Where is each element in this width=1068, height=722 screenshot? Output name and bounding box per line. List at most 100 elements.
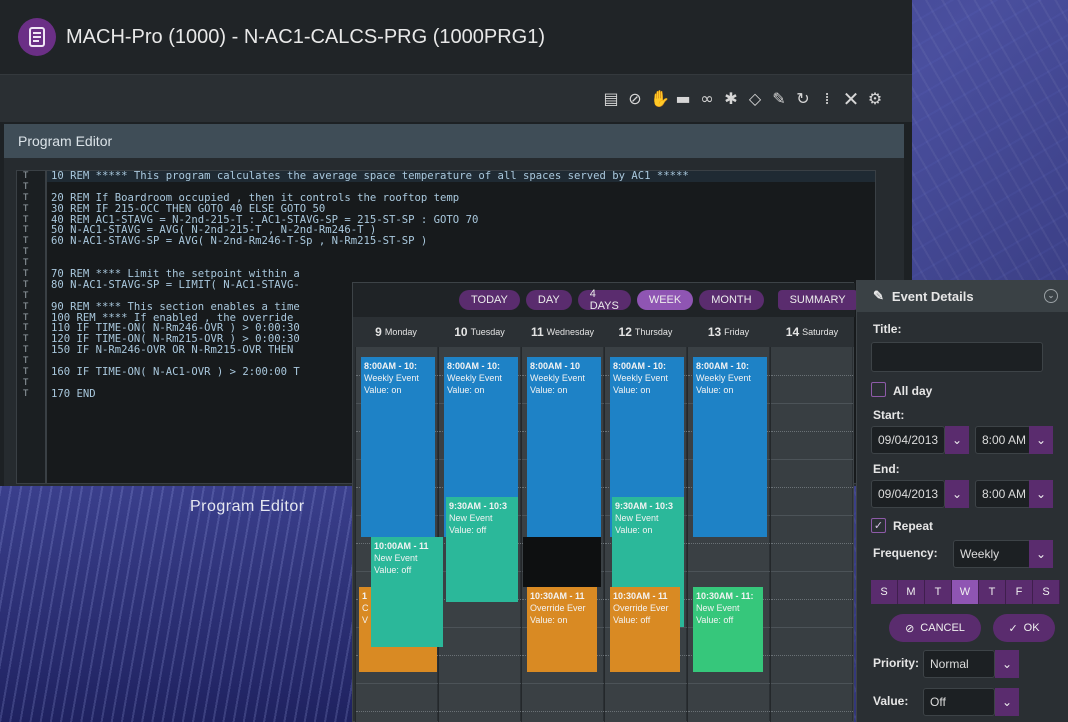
cancel-button[interactable]: ⊘ CANCEL bbox=[889, 614, 981, 642]
event-value: Value: on bbox=[613, 385, 651, 395]
calendar-event[interactable]: 8:00AM - 10 Weekly Event Value: on bbox=[527, 357, 601, 537]
disable-icon[interactable]: ⊘ bbox=[626, 89, 644, 108]
day-name: Saturday bbox=[802, 327, 839, 337]
view-4days-button[interactable]: 4 DAYS bbox=[577, 288, 631, 312]
collapse-icon[interactable]: ⌄ bbox=[1044, 289, 1058, 303]
title-input[interactable] bbox=[871, 342, 1043, 372]
gear-icon[interactable]: ⚙ bbox=[866, 89, 884, 108]
event-title: New Event bbox=[696, 603, 740, 613]
calendar-event[interactable]: 8:00AM - 10: Weekly Event Value: on bbox=[361, 357, 435, 537]
numbers-icon[interactable]: ⁞ bbox=[818, 89, 836, 108]
event-time: 10:30AM - 11: bbox=[696, 591, 754, 601]
calendar-event[interactable]: 10:30AM - 11 Override Ever Value: off bbox=[610, 587, 680, 672]
calendar-view-nav: TODAY DAY 4 DAYS WEEK MONTH SUMMARY bbox=[353, 283, 858, 317]
gutter-marker: T bbox=[23, 181, 29, 192]
event-time: 8:00AM - 10: bbox=[364, 361, 418, 371]
binoculars-icon[interactable]: ∞ bbox=[698, 89, 716, 108]
code-line[interactable]: 10 REM ***** This program calculates the… bbox=[47, 171, 875, 182]
editor-header: Program Editor bbox=[4, 124, 904, 158]
time-gridline bbox=[439, 711, 521, 712]
summary-button[interactable]: SUMMARY bbox=[777, 290, 858, 310]
view-day-button[interactable]: DAY bbox=[525, 290, 572, 310]
time-gridline bbox=[771, 375, 853, 376]
view-today-button[interactable]: TODAY bbox=[459, 290, 520, 310]
event-time: 9:30AM - 10:3 bbox=[449, 501, 508, 511]
all-day-checkbox[interactable] bbox=[871, 382, 886, 397]
gutter-marker: T bbox=[23, 312, 29, 323]
view-week-button[interactable]: WEEK bbox=[636, 290, 694, 310]
view-month-button[interactable]: MONTH bbox=[699, 290, 764, 310]
day-number: 13 bbox=[707, 325, 722, 339]
code-line[interactable]: 30 REM IF 215-OCC THEN GOTO 40 ELSE GOTO… bbox=[47, 203, 875, 215]
weekday-thursday[interactable]: T bbox=[979, 580, 1006, 604]
start-time-dropdown[interactable]: ⌄ bbox=[1029, 426, 1053, 454]
day-header[interactable]: 9 Monday bbox=[355, 317, 437, 347]
day-name: Friday bbox=[724, 327, 750, 337]
end-time-input[interactable]: 8:00 AM bbox=[975, 480, 1031, 508]
calendar-event[interactable]: 9:30AM - 10:3 New Event Value: off bbox=[446, 497, 518, 602]
code-line[interactable]: 60 N-AC1-STAVG-SP = AVG( N-2nd-Rm246-T-S… bbox=[47, 236, 875, 247]
frequency-dropdown[interactable]: ⌄ bbox=[1029, 540, 1053, 568]
value-label: Value: bbox=[873, 694, 909, 708]
calendar-event[interactable]: 10:30AM - 11 Override Ever Value: on bbox=[527, 587, 597, 672]
code-icon[interactable]: ◇ bbox=[746, 89, 764, 108]
value-select[interactable]: Off bbox=[923, 688, 995, 716]
hand-icon[interactable]: ✋ bbox=[650, 89, 670, 108]
weekday-sunday[interactable]: S bbox=[871, 580, 898, 604]
event-value: Value: on bbox=[447, 385, 485, 395]
event-value: Value: off bbox=[374, 565, 412, 575]
event-time: 8:00AM - 10: bbox=[613, 361, 667, 371]
gutter-marker: T bbox=[23, 269, 29, 280]
refresh-icon[interactable]: ↻ bbox=[794, 89, 812, 108]
time-gridline bbox=[356, 683, 438, 684]
time-gridline bbox=[771, 515, 853, 516]
weekday-friday[interactable]: F bbox=[1006, 580, 1033, 604]
code-line[interactable] bbox=[47, 247, 875, 258]
day-header[interactable]: 13 Friday bbox=[687, 317, 770, 347]
calendar-event[interactable] bbox=[523, 537, 601, 587]
value-dropdown[interactable]: ⌄ bbox=[995, 688, 1019, 716]
end-time-dropdown[interactable]: ⌄ bbox=[1029, 480, 1053, 508]
ok-label: OK bbox=[1023, 622, 1040, 634]
start-date-dropdown[interactable]: ⌄ bbox=[945, 426, 969, 454]
day-header[interactable]: 14 Saturday bbox=[770, 317, 854, 347]
calendar-event[interactable]: 8:00AM - 10: Weekly Event Value: on bbox=[693, 357, 767, 537]
weekday-selector: S M T W T F S bbox=[871, 580, 1060, 604]
event-value: Value: off bbox=[696, 615, 734, 625]
chevron-down-icon: ⌄ bbox=[1001, 695, 1013, 709]
scheduler-calendar: TODAY DAY 4 DAYS WEEK MONTH SUMMARY 9 Mon… bbox=[352, 282, 858, 722]
frequency-select[interactable]: Weekly bbox=[953, 540, 1031, 568]
day-column[interactable] bbox=[770, 347, 853, 722]
bug-icon[interactable]: ✱ bbox=[722, 89, 740, 108]
time-gridline bbox=[688, 683, 770, 684]
weekday-tuesday[interactable]: T bbox=[925, 580, 952, 604]
day-header[interactable]: 10 Tuesday bbox=[438, 317, 521, 347]
weekday-wednesday[interactable]: W bbox=[952, 580, 979, 604]
calendar-event[interactable]: 10:00AM - 11 New Event Value: off bbox=[371, 537, 443, 647]
weekday-monday[interactable]: M bbox=[898, 580, 925, 604]
start-date-input[interactable]: 09/04/2013 bbox=[871, 426, 945, 454]
end-date-input[interactable]: 09/04/2013 bbox=[871, 480, 945, 508]
compile-icon[interactable]: ▤ bbox=[602, 89, 620, 108]
end-date-dropdown[interactable]: ⌄ bbox=[945, 480, 969, 508]
time-gridline bbox=[605, 711, 687, 712]
folder-icon[interactable]: ▬ bbox=[674, 89, 692, 108]
calendar-event[interactable]: 10:30AM - 11: New Event Value: off bbox=[693, 587, 763, 672]
weekday-saturday[interactable]: S bbox=[1033, 580, 1060, 604]
edit-icon[interactable]: ✎ bbox=[770, 89, 788, 108]
time-gridline bbox=[771, 543, 853, 544]
title-label: Title: bbox=[873, 322, 902, 336]
gutter-marker: T bbox=[23, 345, 29, 356]
gutter-marker: T bbox=[23, 214, 29, 225]
day-header[interactable]: 12 Thursday bbox=[604, 317, 687, 347]
gutter-marker: T bbox=[23, 279, 29, 290]
close-icon[interactable]: ✕ bbox=[842, 89, 860, 109]
ok-button[interactable]: ✓ OK bbox=[993, 614, 1055, 642]
priority-dropdown[interactable]: ⌄ bbox=[995, 650, 1019, 678]
gutter-marker: T bbox=[23, 247, 29, 258]
repeat-checkbox[interactable]: ✓ bbox=[871, 518, 886, 533]
priority-select[interactable]: Normal bbox=[923, 650, 995, 678]
start-time-input[interactable]: 8:00 AM bbox=[975, 426, 1031, 454]
time-gridline bbox=[771, 431, 853, 432]
day-header[interactable]: 11 Wednesday bbox=[521, 317, 604, 347]
